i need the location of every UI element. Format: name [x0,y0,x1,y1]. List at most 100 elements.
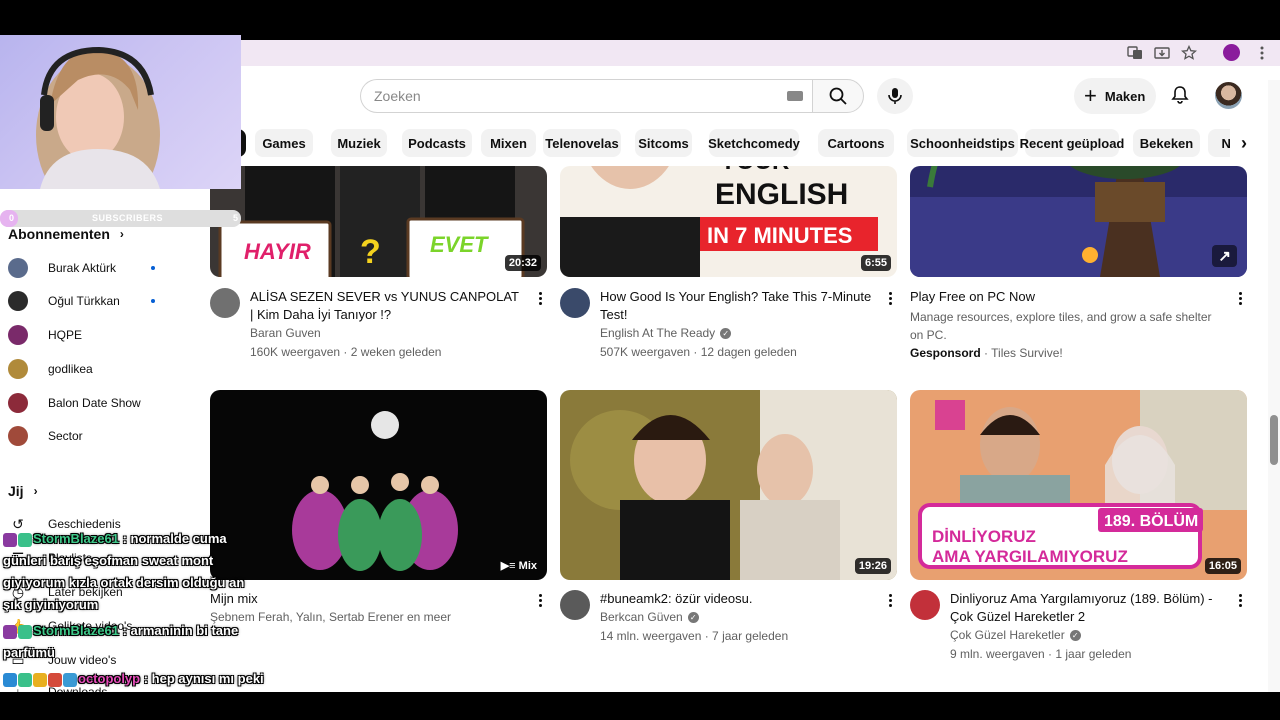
subscription-name: Balon Date Show [48,396,141,410]
thumb-text: DİNLİYORUZ [932,527,1036,546]
notifications-button[interactable] [1165,80,1195,110]
scrollbar-track[interactable] [1268,80,1280,692]
video-thumbnail[interactable]: ↗ [910,166,1247,277]
channel-name[interactable]: Şebnem Ferah, Yalın, Sertab Erener en me… [210,610,451,624]
thumb-text: YOUR [720,166,789,175]
chip[interactable]: Sitcoms [635,129,692,157]
chat-badge-icon [3,624,17,639]
external-link-icon: ↗ [1212,245,1237,267]
browser-profile-avatar[interactable] [1223,44,1240,61]
sidebar-subscription[interactable]: HQPE [8,323,198,347]
stream-bottom-letterbox [0,692,1280,720]
chat-text: : normalde cuma [122,531,227,546]
more-actions-icon[interactable] [534,590,546,610]
chevron-right-icon: › [119,227,124,241]
bookmark-star-icon[interactable] [1180,44,1198,62]
chip[interactable]: Cartoons [818,129,894,157]
video-title[interactable]: How Good Is Your English? Take This 7-Mi… [600,288,875,324]
video-meta: 160K weergaven · 2 weken geleden [250,345,442,359]
channel-avatar[interactable] [560,590,590,620]
more-actions-icon[interactable] [1234,590,1246,610]
keyboard-icon[interactable] [787,91,803,101]
chat-text: şık giyiniyorum [3,597,99,612]
duration-badge: 19:26 [854,558,891,574]
subscription-name: Sector [48,429,83,443]
channel-name-text: Şebnem Ferah, Yalın, Sertab Erener en me… [210,610,452,624]
chip[interactable]: Bekeken [1133,129,1200,157]
video-thumbnail[interactable]: 19:26 [560,390,897,580]
chevron-right-icon: › [1241,132,1247,153]
channel-avatar[interactable] [210,288,240,318]
chip[interactable]: Mixen [481,129,536,157]
video-title[interactable]: Dinliyoruz Ama Yargılamıyoruz (189. Bölü… [950,590,1225,626]
thumbnail-image: HAYIR? EVET [210,166,547,277]
microphone-icon [888,88,902,104]
chat-message: günleri barış eşofman sweat mont [3,550,213,572]
translate-icon[interactable] [1126,44,1144,62]
more-actions-icon[interactable] [884,590,896,610]
chat-badge-icon [18,532,32,547]
subscriptions-heading[interactable]: Abonnementen › [8,226,124,242]
chip[interactable]: Recent geüpload [1020,129,1124,157]
search-input[interactable] [374,86,774,106]
channel-avatar [8,393,28,413]
scrollbar-thumb[interactable] [1270,415,1278,465]
chat-text: : hep aynısı mı peki [143,671,264,686]
more-actions-icon[interactable] [1234,288,1246,308]
chat-message: StormBlaze61 : armaninin bi tane [3,620,238,642]
video-title[interactable]: ALİSA SEZEN SEVER vs YUNUS CANPOLAT | Ki… [250,288,525,324]
sidebar-item-label: Jouw video's [48,653,117,667]
thumb-text: AMA YARGILAMIYORUZ [932,547,1128,566]
chevron-right-icon: › [33,484,38,498]
video-title[interactable]: Mijn mix [210,590,485,608]
chip[interactable]: Muziek [331,129,387,157]
chip-next-button[interactable]: › [1230,129,1258,157]
chip[interactable]: Sketchcomedy [708,129,800,157]
channel-name[interactable]: English At The Ready ✓ [600,326,732,340]
sidebar-subscription[interactable]: Sector [8,424,198,448]
chip[interactable]: Games [255,129,313,157]
chip[interactable]: Schoonheidstips [907,129,1018,157]
more-actions-icon[interactable] [534,288,546,308]
channel-name[interactable]: Çok Güzel Hareketler ✓ [950,628,1081,642]
account-avatar[interactable] [1215,82,1242,109]
voice-search-button[interactable] [877,78,913,114]
video-meta: 14 mln. weergaven · 7 jaar geleden [600,629,789,643]
stream-top-letterbox [0,0,1280,40]
more-actions-icon[interactable] [884,288,896,308]
video-title[interactable]: Play Free on PC Now [910,288,1185,306]
create-button[interactable]: + Maken [1074,78,1156,114]
chip[interactable]: Podcasts [402,129,472,157]
browser-menu-icon[interactable] [1253,44,1271,62]
channel-name[interactable]: Baran Guven [250,326,321,340]
chat-username: StormBlaze61 [33,623,119,638]
you-heading[interactable]: Jij › [8,483,38,499]
video-thumbnail[interactable]: ▶≡ Mix [210,390,547,580]
subscription-name: Oğul Türkkan [48,294,120,308]
create-label: Maken [1104,88,1146,104]
video-thumbnail[interactable]: HAYIR? EVET 20:32 [210,166,547,277]
sidebar-subscription[interactable]: Burak Aktürk [8,256,198,280]
you-heading-label: Jij [8,483,24,499]
subscription-name: godlikea [48,362,93,376]
duration-badge: 6:55 [860,255,891,271]
search-button[interactable] [812,79,864,113]
subscriber-goal-label: SUBSCRIBERS [92,213,164,223]
channel-name[interactable]: Berkcan Güven ✓ [600,610,699,624]
channel-avatar [8,258,28,278]
thumbnail-image [210,390,547,580]
chip[interactable]: Telenovelas [543,129,621,157]
thumbnail-image: YOUR ENGLISH IN 7 MINUTES [560,166,897,277]
channel-avatar[interactable] [910,590,940,620]
sidebar-subscription[interactable]: Balon Date Show [8,391,198,415]
sidebar-subscription[interactable]: godlikea [8,357,198,381]
chat-text: parfümü [3,645,55,660]
video-thumbnail[interactable]: YOUR ENGLISH IN 7 MINUTES 6:55 [560,166,897,277]
install-app-icon[interactable] [1153,44,1171,62]
channel-avatar[interactable] [560,288,590,318]
sidebar-subscription[interactable]: Oğul Türkkan [8,289,198,313]
video-thumbnail[interactable]: 189. BÖLÜM DİNLİYORUZ AMA YARGILAMIYORUZ 16… [910,390,1247,580]
channel-avatar [8,359,28,379]
video-title[interactable]: #buneamk2: özür videosu. [600,590,875,608]
chat-badge-icon [63,672,77,687]
